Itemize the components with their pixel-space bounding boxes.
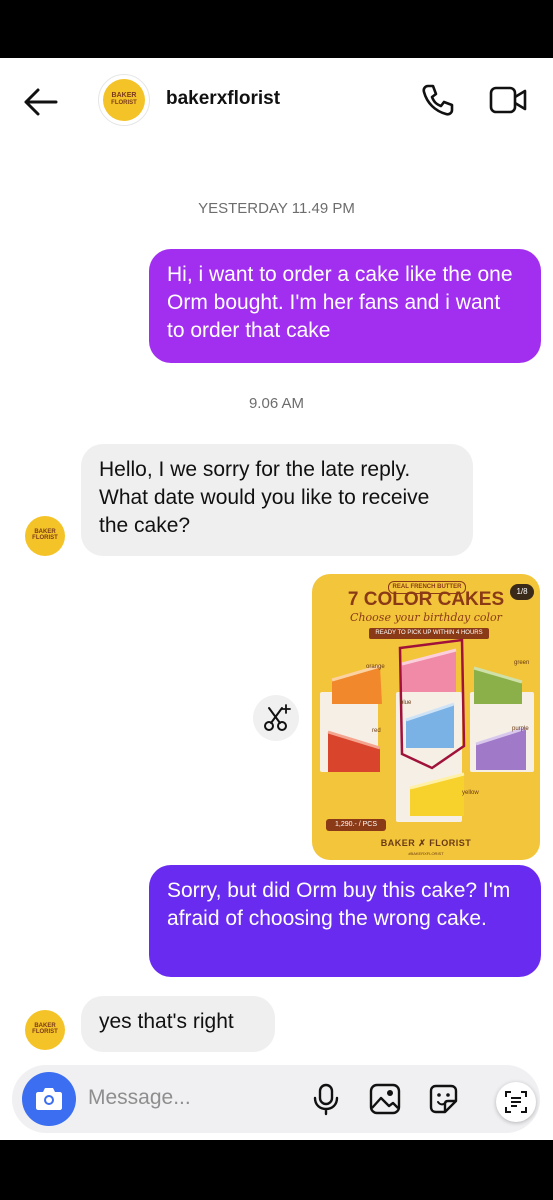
- cake-slice-yellow: [409, 772, 465, 816]
- avatar[interactable]: BAKER FLORIST: [98, 74, 150, 126]
- cake-slice-orange: [331, 664, 382, 704]
- text-scan-button[interactable]: [496, 1082, 536, 1122]
- avatar[interactable]: BAKER FLORIST: [25, 516, 65, 556]
- color-label: blue: [400, 700, 412, 706]
- arrow-left-icon[interactable]: [20, 82, 60, 122]
- image-icon[interactable]: [368, 1082, 402, 1116]
- brand-text: BAKER ✗ FLORIST: [380, 838, 472, 848]
- cake-slice-purple: [475, 726, 527, 770]
- scissors-sparkle-icon: [264, 704, 291, 731]
- incoming-message[interactable]: Hello, I we sorry for the late reply. Wh…: [81, 444, 473, 556]
- sticker-icon[interactable]: [426, 1082, 460, 1116]
- color-label: orange: [366, 664, 385, 670]
- shared-image[interactable]: REAL FRENCH BUTTER 1/8 7 COLOR CAKES Cho…: [312, 574, 540, 860]
- status-bar: [0, 0, 553, 58]
- incoming-message[interactable]: yes that's right: [81, 996, 275, 1052]
- logo-text: FLORIST: [111, 100, 137, 106]
- color-label: green: [514, 660, 530, 666]
- navigation-bar: [0, 1140, 553, 1200]
- avatar[interactable]: BAKER FLORIST: [25, 1010, 65, 1050]
- message-input[interactable]: Message...: [88, 1086, 191, 1110]
- price-tag: 1,290.- / PCS: [326, 819, 386, 831]
- color-label: yellow: [462, 790, 479, 796]
- cake-slice-green: [473, 666, 523, 704]
- brand-handle: #BAKERXFLORIST: [408, 851, 444, 856]
- camera-icon: [36, 1088, 62, 1110]
- image-subtitle: Choose your birthday color: [350, 611, 502, 624]
- video-camera-icon[interactable]: [488, 82, 528, 118]
- chat-username[interactable]: bakerxflorist: [166, 88, 280, 110]
- text-scan-icon: [505, 1091, 527, 1113]
- image-cutout-button[interactable]: [253, 695, 299, 741]
- color-label: purple: [512, 726, 529, 732]
- image-headline: 7 COLOR CAKES: [347, 589, 505, 610]
- outgoing-message[interactable]: Sorry, but did Orm buy this cake? I'm af…: [149, 865, 541, 977]
- microphone-icon[interactable]: [309, 1082, 343, 1116]
- phone-icon[interactable]: [420, 82, 456, 118]
- logo-text: BAKER: [111, 92, 137, 99]
- color-label: red: [372, 728, 381, 734]
- outgoing-message[interactable]: Hi, i want to order a cake like the one …: [149, 249, 541, 363]
- timestamp: YESTERDAY 11.49 PM: [198, 200, 355, 217]
- camera-button[interactable]: [22, 1072, 76, 1126]
- timestamp: 9.06 AM: [248, 395, 305, 412]
